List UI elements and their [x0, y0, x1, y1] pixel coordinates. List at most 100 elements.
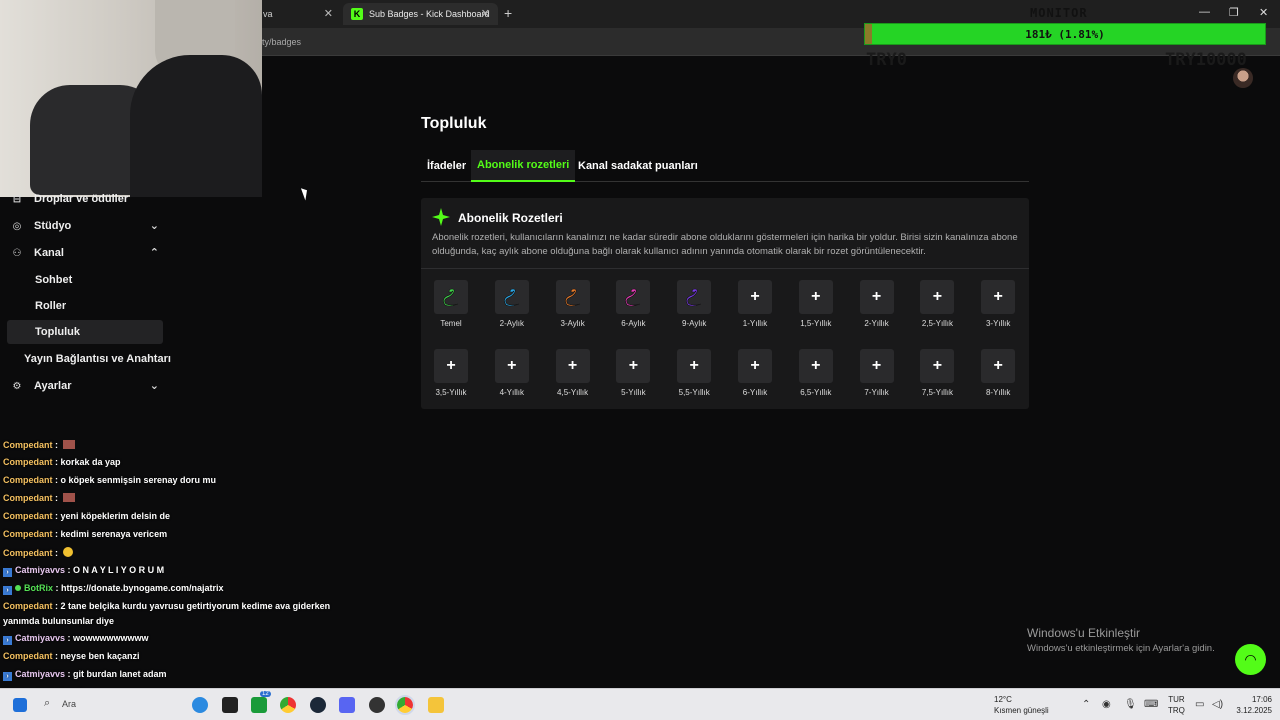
chat-username[interactable]: Catmiyavvs [15, 565, 65, 575]
badge-slot[interactable]: +5,5-Yıllık [664, 349, 724, 409]
add-badge-button[interactable]: + [798, 280, 833, 314]
badge-slot[interactable]: +7-Yıllık [847, 349, 907, 409]
language-indicator[interactable]: TUR TRQ [1168, 694, 1185, 716]
badge-slot[interactable]: +5-Yıllık [603, 349, 663, 409]
chat-username[interactable]: Compedant [3, 440, 53, 450]
sidebar-item-drops[interactable]: ⊟ Droplar ve ödüller [10, 187, 165, 211]
tab-loyalty-points[interactable]: Kanal sadakat puanları [578, 150, 698, 182]
chat-username[interactable]: Catmiyavvs [15, 669, 65, 679]
file-explorer-icon[interactable] [428, 697, 444, 713]
badge-slot[interactable]: +8-Yıllık [968, 349, 1028, 409]
avatar[interactable] [1233, 68, 1253, 88]
sidebar-item-community[interactable]: Topluluk [7, 320, 163, 344]
sidebar-item-settings[interactable]: ⚙ Ayarlar ⌄ [10, 374, 165, 398]
badge-slot[interactable]: 3-Aylık [543, 280, 603, 340]
sidebar-item-label: Topluluk [35, 326, 81, 338]
obs-icon[interactable] [369, 697, 385, 713]
xbox-icon[interactable]: 12 [251, 691, 271, 713]
badge-slot[interactable]: +6-Yıllık [725, 349, 785, 409]
badge-image[interactable] [434, 280, 468, 314]
chat-username[interactable]: Compedant [3, 529, 53, 539]
sidebar-item-channel[interactable]: ⚇ Kanal ⌃ [10, 241, 165, 265]
sidebar-item-roles[interactable]: Roller [10, 294, 165, 318]
badge-image[interactable] [555, 280, 590, 314]
badge-slot[interactable]: Temel [421, 280, 481, 340]
help-chat-button[interactable]: ◠ [1235, 644, 1266, 675]
badge-image[interactable] [616, 280, 651, 314]
badge-slot[interactable]: 6-Aylık [603, 280, 663, 340]
epic-games-icon[interactable] [222, 697, 238, 713]
tab-sub-badges[interactable]: Abonelik rozetleri [471, 150, 576, 182]
add-badge-button[interactable]: + [738, 349, 772, 383]
badge-slot[interactable]: +7,5-Yıllık [907, 349, 967, 409]
sidebar-item-chat[interactable]: Sohbet [10, 268, 165, 292]
edge-icon[interactable] [192, 697, 208, 713]
badge-image[interactable] [494, 280, 529, 314]
sparkle-icon [432, 208, 450, 226]
add-badge-button[interactable]: + [981, 349, 1016, 383]
chat-username[interactable]: Compedant [3, 493, 53, 503]
tab-emotes[interactable]: İfadeler [427, 150, 466, 182]
new-tab-icon[interactable]: + [504, 5, 512, 21]
tray-expand-icon[interactable]: ⌃ [1082, 699, 1090, 710]
browser-tab-active[interactable]: K Sub Badges - Kick Dashboard ✕ [343, 3, 498, 25]
add-badge-button[interactable]: + [677, 349, 712, 383]
badge-slot[interactable]: +1-Yıllık [725, 280, 785, 340]
tray-app-icon[interactable]: ◉ [1102, 699, 1111, 710]
microphone-icon[interactable]: 🎙 [1124, 699, 1137, 710]
close-tab-icon[interactable]: ✕ [324, 7, 333, 20]
badge-slot[interactable]: +4-Yıllık [482, 349, 542, 409]
chat-username[interactable]: Compedant [3, 601, 53, 611]
add-badge-button[interactable]: + [434, 349, 468, 383]
badge-slot[interactable]: +4,5-Yıllık [543, 349, 603, 409]
badge-slot[interactable]: +2-Yıllık [847, 280, 907, 340]
badge-slot[interactable]: +3,5-Yıllık [421, 349, 481, 409]
chat-username[interactable]: Compedant [3, 457, 53, 467]
add-badge-button[interactable]: + [920, 280, 955, 314]
sidebar-item-studio[interactable]: ◎ Stüdyo ⌄ [10, 214, 165, 238]
restore-icon[interactable]: ❐ [1229, 6, 1239, 19]
badge-slot[interactable]: 2-Aylık [482, 280, 542, 340]
chat-username[interactable]: Compedant [3, 511, 53, 521]
network-icon[interactable]: ▭ [1195, 699, 1204, 710]
chrome-icon[interactable] [280, 697, 296, 713]
add-badge-button[interactable]: + [555, 349, 590, 383]
close-tab-icon[interactable]: ✕ [481, 7, 490, 20]
add-badge-button[interactable]: + [920, 349, 955, 383]
chat-username[interactable]: Compedant [3, 548, 53, 558]
discord-icon[interactable] [339, 697, 355, 713]
chat-username[interactable]: Compedant [3, 475, 53, 485]
keyboard-icon[interactable]: ⌨ [1144, 699, 1158, 710]
chat-username[interactable]: BotRix [24, 583, 53, 593]
browser-tab-inactive[interactable]: va ✕ [255, 3, 341, 25]
badge-slot[interactable]: +3-Yıllık [968, 280, 1028, 340]
badge-slot[interactable]: 9-Aylık [664, 280, 724, 340]
badge-label: 7-Yıllık [864, 388, 889, 397]
add-badge-button[interactable]: + [798, 349, 833, 383]
chat-separator: : [52, 493, 61, 503]
chat-separator: : [52, 475, 61, 485]
badge-slot[interactable]: +2,5-Yıllık [907, 280, 967, 340]
add-badge-button[interactable]: + [981, 280, 1016, 314]
add-badge-button[interactable]: + [859, 349, 894, 383]
add-badge-button[interactable]: + [859, 280, 894, 314]
badge-slot[interactable]: +6,5-Yıllık [786, 349, 846, 409]
volume-icon[interactable]: ◁) [1212, 699, 1223, 710]
badge-image[interactable] [677, 280, 712, 314]
weather-widget[interactable]: 12°C Kısmen güneşli [975, 694, 1049, 716]
clock[interactable]: 17:06 3.12.2025 [1228, 694, 1272, 716]
chat-username[interactable]: Catmiyavvs [15, 633, 65, 643]
chrome-active-icon[interactable] [395, 695, 415, 715]
sidebar-item-stream-key[interactable]: Yayın Bağlantısı ve Anahtarı [24, 347, 179, 371]
add-badge-button[interactable]: + [616, 349, 651, 383]
add-badge-button[interactable]: + [494, 349, 529, 383]
chat-username[interactable]: Compedant [3, 651, 53, 661]
tab-title: Sub Badges - Kick Dashboard [369, 9, 490, 19]
taskbar-search[interactable]: ⌕ Ara [40, 695, 170, 715]
close-window-icon[interactable]: ✕ [1259, 6, 1268, 19]
windows-start-icon[interactable] [13, 698, 27, 712]
add-badge-button[interactable]: + [738, 280, 772, 314]
minimize-icon[interactable]: — [1199, 6, 1210, 18]
steam-icon[interactable] [310, 697, 326, 713]
badge-slot[interactable]: +1,5-Yıllık [786, 280, 846, 340]
